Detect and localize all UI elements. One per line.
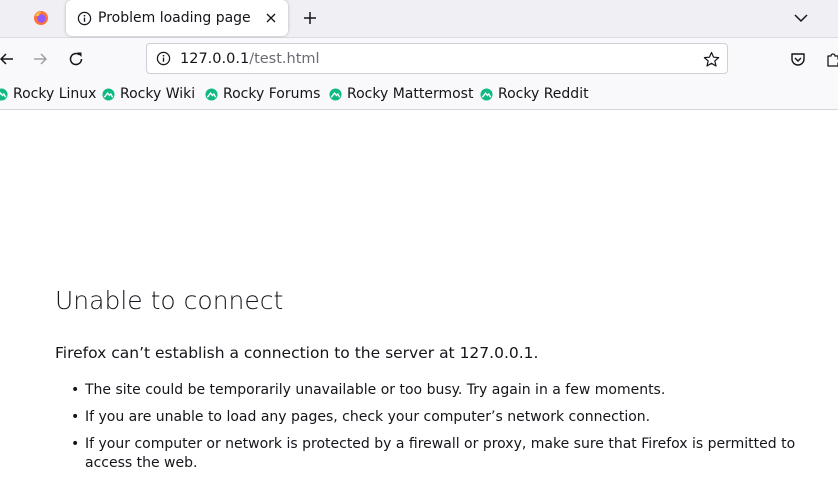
tab-title: Problem loading page <box>98 10 251 26</box>
bookmark-rocky-reddit[interactable]: Rocky Reddit <box>479 84 589 104</box>
rocky-linux-icon <box>204 87 218 101</box>
firefox-icon <box>34 11 48 25</box>
page-content: Unable to connect Firefox can’t establis… <box>0 110 838 499</box>
puzzle-piece-icon <box>827 53 838 67</box>
bookmark-label: Rocky Forums <box>223 86 321 102</box>
bookmark-label: Rocky Linux <box>13 86 97 102</box>
url-host: 127.0.0.1 <box>180 50 250 67</box>
new-tab-button[interactable] <box>298 6 322 30</box>
error-title: Unable to connect <box>55 286 284 315</box>
firefox-view-button[interactable] <box>22 4 60 32</box>
url-path: /test.html <box>249 50 320 67</box>
pocket-button[interactable] <box>785 46 811 72</box>
active-tab[interactable]: Problem loading page <box>66 0 288 36</box>
tab-strip: Problem loading page <box>0 0 838 38</box>
bookmark-label: Rocky Mattermost <box>347 86 474 102</box>
rocky-linux-icon <box>328 87 342 101</box>
address-bar[interactable]: 127.0.0.1/test.html <box>146 43 728 74</box>
bookmark-label: Rocky Wiki <box>120 86 196 102</box>
bookmark-rocky-wiki[interactable]: Rocky Wiki <box>101 84 195 104</box>
list-all-tabs-button[interactable] <box>788 6 814 30</box>
info-icon <box>76 10 92 26</box>
rocky-linux-icon <box>101 87 115 101</box>
chevron-down-icon <box>794 14 808 23</box>
error-description: Firefox can’t establish a connection to … <box>55 344 539 362</box>
bookmark-star-icon[interactable] <box>701 49 721 69</box>
rocky-linux-icon <box>0 87 8 101</box>
forward-arrow-icon <box>34 53 48 65</box>
bookmarks-toolbar: Rocky Linux Rocky Wiki Rocky Forums Rock… <box>0 79 838 110</box>
back-button[interactable] <box>0 46 20 72</box>
forward-button[interactable] <box>27 46 53 72</box>
plus-icon <box>304 12 316 24</box>
bookmark-rocky-mattermost[interactable]: Rocky Mattermost <box>328 84 473 104</box>
reload-button[interactable] <box>63 46 89 72</box>
close-tab-icon[interactable] <box>262 9 280 27</box>
bookmark-rocky-forums[interactable]: Rocky Forums <box>204 84 320 104</box>
error-suggestions: The site could be temporarily unavailabl… <box>55 381 815 481</box>
bookmark-rocky-linux[interactable]: Rocky Linux <box>0 84 96 104</box>
rocky-linux-icon <box>479 87 493 101</box>
extensions-button[interactable] <box>820 46 838 72</box>
bookmark-label: Rocky Reddit <box>498 86 589 102</box>
site-info-icon[interactable] <box>154 50 172 68</box>
url-text[interactable]: 127.0.0.1/test.html <box>180 51 320 67</box>
suggestion-item: If you are unable to load any pages, che… <box>55 408 815 427</box>
navigation-toolbar: 127.0.0.1/test.html <box>0 38 838 79</box>
back-arrow-icon <box>0 53 13 65</box>
pocket-icon <box>791 53 805 66</box>
suggestion-item: If your computer or network is protected… <box>55 435 815 473</box>
suggestion-item: The site could be temporarily unavailabl… <box>55 381 815 400</box>
reload-icon <box>69 52 83 66</box>
